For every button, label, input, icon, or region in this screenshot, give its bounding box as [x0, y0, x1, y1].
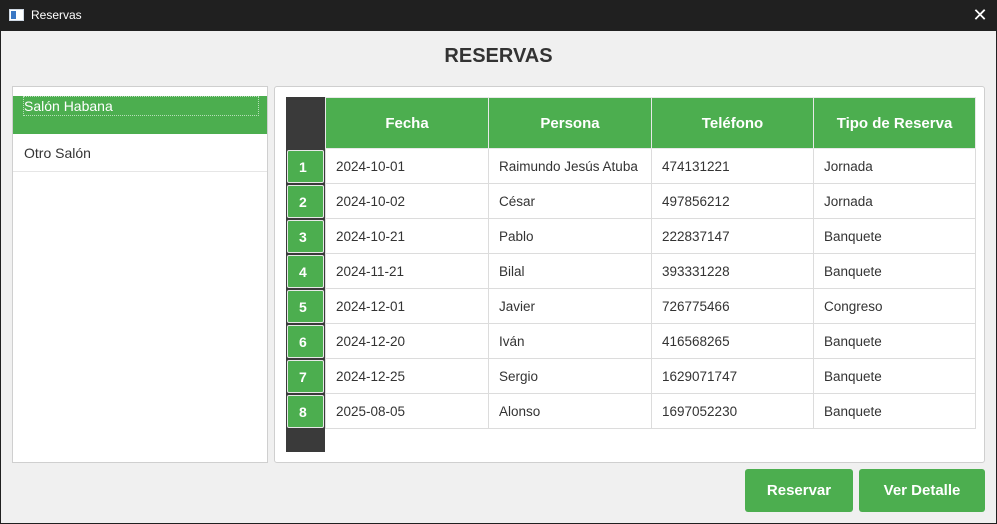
reservar-button[interactable]: Reservar — [745, 469, 853, 512]
row-number: 2 — [287, 184, 324, 218]
cell-telefono: 497856212 — [651, 183, 814, 219]
cell-telefono: 416568265 — [651, 323, 814, 359]
row-number: 4 — [287, 254, 324, 288]
cell-fecha: 2024-12-20 — [325, 323, 489, 359]
column-header-persona[interactable]: Persona — [488, 97, 652, 149]
cell-fecha: 2024-10-01 — [325, 148, 489, 184]
table-row[interactable]: 4 2024-11-21 Bilal 393331228 Banquete — [286, 253, 976, 289]
cell-tipo: Jornada — [813, 148, 976, 184]
cell-tipo: Jornada — [813, 183, 976, 219]
cell-telefono: 1629071747 — [651, 358, 814, 394]
cell-persona: César — [488, 183, 652, 219]
cell-fecha: 2024-12-25 — [325, 358, 489, 394]
close-icon[interactable]: ✕ — [969, 4, 991, 26]
cell-fecha: 2025-08-05 — [325, 393, 489, 429]
column-header-fecha[interactable]: Fecha — [325, 97, 489, 149]
cell-persona: Pablo — [488, 218, 652, 254]
row-number: 6 — [287, 324, 324, 358]
cell-telefono: 222837147 — [651, 218, 814, 254]
salon-list-item-label: Otro Salón — [24, 145, 91, 161]
app-window-icon — [9, 9, 24, 21]
reservations-panel: Fecha Persona Teléfono Tipo de Reserva 1… — [274, 86, 985, 463]
cell-tipo: Banquete — [813, 358, 976, 394]
cell-tipo: Banquete — [813, 323, 976, 359]
table-row[interactable]: 1 2024-10-01 Raimundo Jesús Atuba 474131… — [286, 148, 976, 184]
cell-telefono: 1697052230 — [651, 393, 814, 429]
ver-detalle-button[interactable]: Ver Detalle — [859, 469, 985, 512]
cell-persona: Iván — [488, 323, 652, 359]
cell-tipo: Banquete — [813, 253, 976, 289]
cell-tipo: Banquete — [813, 393, 976, 429]
row-number: 7 — [287, 359, 324, 393]
row-number: 3 — [287, 219, 324, 253]
cell-fecha: 2024-10-21 — [325, 218, 489, 254]
cell-telefono: 726775466 — [651, 288, 814, 324]
page-title: RESERVAS — [444, 45, 553, 67]
table-header-row: Fecha Persona Teléfono Tipo de Reserva — [286, 97, 976, 149]
reservations-table: Fecha Persona Teléfono Tipo de Reserva 1… — [286, 97, 976, 429]
row-number: 5 — [287, 289, 324, 323]
cell-persona: Bilal — [488, 253, 652, 289]
cell-persona: Javier — [488, 288, 652, 324]
cell-fecha: 2024-12-01 — [325, 288, 489, 324]
salon-list-item-otro[interactable]: Otro Salón — [13, 134, 267, 172]
column-header-tipo[interactable]: Tipo de Reserva — [813, 97, 976, 149]
table-row[interactable]: 7 2024-12-25 Sergio 1629071747 Banquete — [286, 358, 976, 394]
row-number: 8 — [287, 394, 324, 428]
table-corner — [286, 97, 326, 149]
row-number: 1 — [287, 149, 324, 183]
salon-list-item-habana[interactable]: Salón Habana — [13, 96, 267, 134]
salon-list-item-label: Salón Habana — [23, 96, 259, 116]
main-window: RESERVAS Salón Habana Otro Salón Fecha P… — [1, 31, 996, 523]
table-row[interactable]: 5 2024-12-01 Javier 726775466 Congreso — [286, 288, 976, 324]
cell-telefono: 474131221 — [651, 148, 814, 184]
window-title: Reservas — [31, 8, 82, 22]
table-row[interactable]: 3 2024-10-21 Pablo 222837147 Banquete — [286, 218, 976, 254]
table-row[interactable]: 2 2024-10-02 César 497856212 Jornada — [286, 183, 976, 219]
cell-tipo: Congreso — [813, 288, 976, 324]
cell-persona: Alonso — [488, 393, 652, 429]
salon-list: Salón Habana Otro Salón — [12, 86, 268, 463]
cell-persona: Raimundo Jesús Atuba — [488, 148, 652, 184]
cell-fecha: 2024-11-21 — [325, 253, 489, 289]
table-row[interactable]: 8 2025-08-05 Alonso 1697052230 Banquete — [286, 393, 976, 429]
table-row[interactable]: 6 2024-12-20 Iván 416568265 Banquete — [286, 323, 976, 359]
cell-telefono: 393331228 — [651, 253, 814, 289]
title-bar: Reservas ✕ — [0, 0, 997, 31]
cell-tipo: Banquete — [813, 218, 976, 254]
cell-persona: Sergio — [488, 358, 652, 394]
column-header-telefono[interactable]: Teléfono — [651, 97, 814, 149]
cell-fecha: 2024-10-02 — [325, 183, 489, 219]
